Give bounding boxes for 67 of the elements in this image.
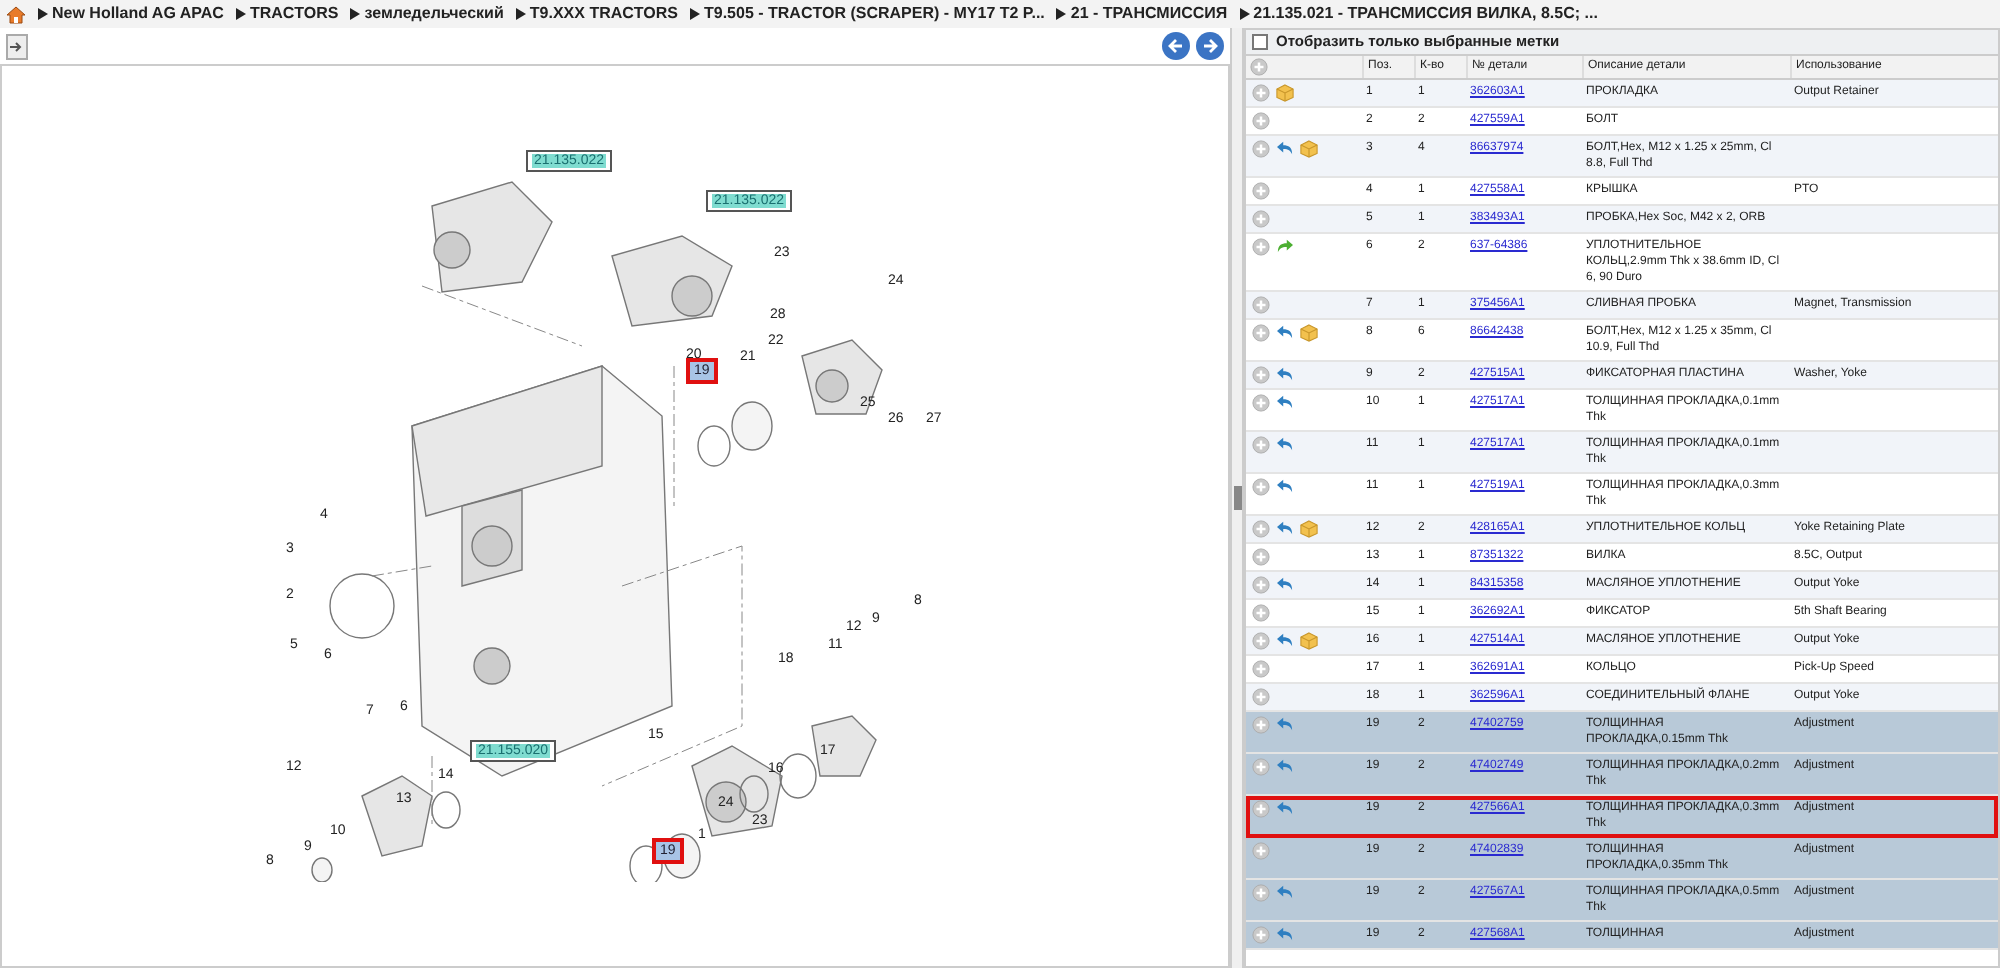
triangle-right-icon <box>690 8 700 20</box>
curved-arrow-icon <box>1276 576 1294 592</box>
curved-arrow-icon <box>1276 926 1294 942</box>
add-icon[interactable] <box>1252 84 1270 102</box>
breadcrumb-link[interactable]: 21.135.021 - ТРАНСМИССИЯ ВИЛКА, 8.5C; ... <box>1253 2 1598 26</box>
splitter-handle-icon[interactable] <box>1233 486 1241 510</box>
add-icon[interactable] <box>1250 58 1268 76</box>
add-icon[interactable] <box>1252 520 1270 538</box>
breadcrumb-link[interactable]: 21 - ТРАНСМИССИЯ <box>1070 2 1228 26</box>
add-icon[interactable] <box>1252 324 1270 342</box>
curved-arrow-icon <box>1276 632 1294 648</box>
add-icon[interactable] <box>1252 688 1270 706</box>
next-button[interactable] <box>1196 32 1224 60</box>
curved-arrow-icon <box>1276 716 1294 732</box>
add-icon[interactable] <box>1252 632 1270 650</box>
curved-arrow-icon <box>1276 520 1294 536</box>
breadcrumb-link[interactable]: TRACTORS <box>249 2 339 26</box>
add-icon[interactable] <box>1252 576 1270 594</box>
add-icon[interactable] <box>1252 238 1270 256</box>
add-icon[interactable] <box>1252 716 1270 734</box>
add-icon[interactable] <box>1252 140 1270 158</box>
curved-arrow-icon <box>1276 324 1294 340</box>
triangle-right-icon <box>1239 8 1250 20</box>
breadcrumb-link[interactable]: земледельческий <box>364 2 504 26</box>
add-icon[interactable] <box>1252 604 1270 622</box>
package-icon <box>1300 140 1318 158</box>
add-icon[interactable] <box>1252 478 1270 496</box>
package-icon <box>1300 324 1318 342</box>
arrow-right-icon <box>1202 38 1218 54</box>
add-icon[interactable] <box>1252 926 1270 944</box>
triangle-right-icon <box>38 8 48 20</box>
breadcrumb-link[interactable]: T9.XXX TRACTORS <box>529 2 678 26</box>
triangle-right-icon <box>350 8 361 20</box>
arrow-right-icon <box>10 39 24 53</box>
curved-arrow-icon <box>1276 436 1294 452</box>
add-icon[interactable] <box>1252 182 1270 200</box>
arrow-left-icon <box>1168 38 1184 54</box>
add-icon[interactable] <box>1252 366 1270 384</box>
add-icon[interactable] <box>1252 112 1270 130</box>
breadcrumb-link[interactable]: New Holland AG APAC <box>52 2 224 26</box>
add-icon[interactable] <box>1252 660 1270 678</box>
add-icon[interactable] <box>1252 758 1270 776</box>
add-icon[interactable] <box>1252 296 1270 314</box>
side-panel-button[interactable] <box>6 33 28 59</box>
curved-arrow-icon <box>1276 478 1294 494</box>
triangle-right-icon <box>515 8 526 20</box>
package-icon <box>1276 84 1294 102</box>
triangle-right-icon <box>235 8 246 20</box>
curved-arrow-icon <box>1276 884 1294 900</box>
add-icon[interactable] <box>1252 800 1270 818</box>
breadcrumb-link[interactable]: T9.505 - TRACTOR (SCRAPER) - MY17 T2 P... <box>704 2 1045 26</box>
add-icon[interactable] <box>1252 210 1270 228</box>
triangle-right-icon <box>1056 8 1067 20</box>
home-icon[interactable] <box>6 5 26 23</box>
filter-checkbox[interactable] <box>1252 34 1268 50</box>
previous-button[interactable] <box>1162 32 1190 60</box>
forward-arrow-icon <box>1276 238 1294 254</box>
curved-arrow-icon <box>1276 140 1294 156</box>
curved-arrow-icon <box>1276 758 1294 774</box>
add-icon[interactable] <box>1252 842 1270 860</box>
package-icon <box>1300 632 1318 650</box>
add-icon[interactable] <box>1252 394 1270 412</box>
add-icon[interactable] <box>1252 884 1270 902</box>
add-icon[interactable] <box>1252 548 1270 566</box>
add-icon[interactable] <box>1252 436 1270 454</box>
curved-arrow-icon <box>1276 800 1294 816</box>
package-icon <box>1300 520 1318 538</box>
